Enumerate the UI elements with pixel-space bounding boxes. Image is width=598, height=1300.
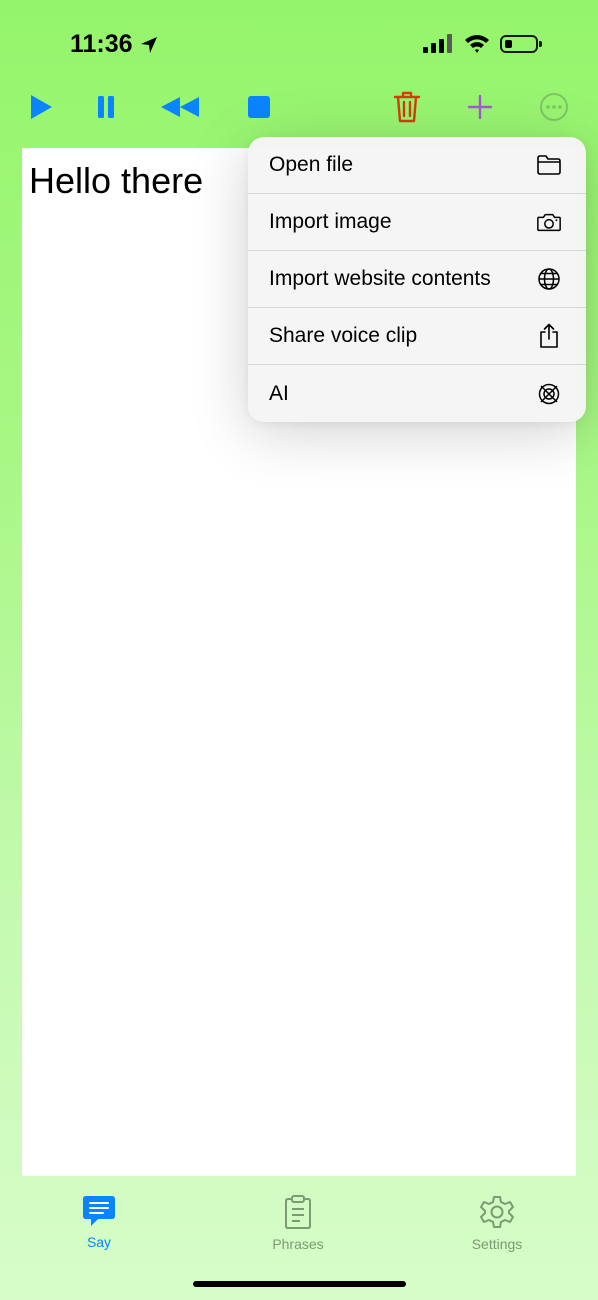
pause-icon: [98, 96, 114, 118]
menu-item-open-file[interactable]: Open file: [248, 137, 586, 194]
menu-item-label: Share voice clip: [269, 324, 418, 347]
folder-icon: [536, 152, 562, 178]
ellipsis-circle-icon: [540, 93, 568, 121]
trash-icon: [393, 91, 421, 123]
play-button[interactable]: [26, 86, 56, 128]
plus-icon: [467, 94, 493, 120]
menu-item-label: Import image: [269, 210, 392, 233]
cellular-signal-icon: [423, 34, 452, 53]
menu-item-ai[interactable]: AI: [248, 365, 586, 422]
tab-label: Say: [86, 1234, 112, 1250]
tab-phrases[interactable]: Phrases: [238, 1194, 358, 1252]
tab-settings[interactable]: Settings: [437, 1194, 557, 1252]
tab-bar: Say Phrases Settings: [0, 1180, 598, 1270]
add-button[interactable]: [466, 86, 494, 128]
stop-button[interactable]: [245, 86, 273, 128]
battery-icon: [500, 35, 542, 53]
rewind-icon: [161, 97, 199, 117]
globe-icon: [536, 266, 562, 292]
trash-button[interactable]: [391, 86, 423, 128]
play-icon: [31, 95, 52, 119]
wifi-icon: [465, 35, 489, 53]
menu-item-label: AI: [269, 381, 289, 405]
home-indicator: [193, 1281, 406, 1287]
menu-item-import-website[interactable]: Import website contents: [248, 251, 586, 308]
clipboard-icon: [285, 1195, 311, 1229]
menu-item-import-image[interactable]: Import image: [248, 194, 586, 251]
tab-label: Phrases: [272, 1236, 324, 1252]
menu-item-label: Import website contents: [269, 267, 491, 290]
stop-icon: [248, 96, 270, 118]
more-menu: Open file Import image Import website co…: [248, 137, 586, 422]
menu-item-share-voice-clip[interactable]: Share voice clip: [248, 308, 586, 365]
toolbar: [0, 86, 598, 128]
speech-bubble-icon: [83, 1196, 115, 1226]
status-time: 11:36: [70, 30, 159, 59]
rewind-button[interactable]: [158, 86, 202, 128]
tab-label: Settings: [471, 1236, 523, 1252]
camera-icon: [536, 209, 562, 235]
time-label: 11:36: [70, 30, 133, 58]
pause-button[interactable]: [92, 86, 120, 128]
gear-icon: [480, 1196, 514, 1228]
ai-icon: [536, 381, 562, 407]
editor-text[interactable]: Hello there: [29, 160, 203, 202]
location-arrow-icon: [140, 36, 157, 53]
share-icon: [536, 323, 562, 349]
more-button[interactable]: [538, 86, 570, 128]
tab-say[interactable]: Say: [39, 1194, 159, 1250]
menu-item-label: Open file: [269, 153, 354, 176]
status-bar: 11:36: [0, 0, 598, 80]
